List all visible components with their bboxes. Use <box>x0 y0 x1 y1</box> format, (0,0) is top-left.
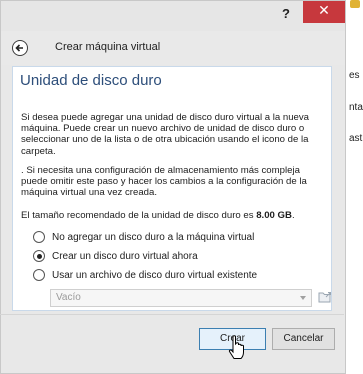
radio-button[interactable] <box>33 269 45 281</box>
background-window-edge: es nta ast <box>344 0 363 374</box>
page-heading: Unidad de disco duro <box>20 72 162 89</box>
radio-no-disk[interactable]: No agregar un disco duro a la máquina vi… <box>33 230 254 244</box>
radio-label: Usar un archivo de disco duro virtual ex… <box>52 269 258 281</box>
background-app-icon <box>350 0 360 8</box>
back-button[interactable] <box>12 40 28 56</box>
title-bar: ? ✕ <box>1 1 345 31</box>
existing-disk-select-value: Vacío <box>56 292 81 303</box>
background-text: es <box>349 70 360 81</box>
existing-disk-select[interactable]: Vacío <box>50 289 312 307</box>
recommended-size-prefix: El tamaño recomendado de la unidad de di… <box>21 210 257 221</box>
radio-button[interactable] <box>33 250 45 262</box>
recommended-size-value: 8.00 GB <box>256 210 292 221</box>
radio-create-disk[interactable]: Crear un disco duro virtual ahora <box>33 249 198 263</box>
recommended-size-text: El tamaño recomendado de la unidad de di… <box>21 210 321 221</box>
radio-existing-disk[interactable]: Usar un archivo de disco duro virtual ex… <box>33 268 257 282</box>
advanced-note-text: . Si necesita una configuración de almac… <box>21 165 307 199</box>
footer-divider <box>0 314 344 315</box>
radio-label: No agregar un disco duro a la máquina vi… <box>52 231 255 243</box>
radio-label: Crear un disco duro virtual ahora <box>52 250 198 262</box>
radio-button[interactable] <box>33 231 45 243</box>
background-text: nta <box>349 102 363 113</box>
back-arrow-icon <box>15 44 23 52</box>
recommended-size-suffix: . <box>291 210 295 221</box>
folder-icon[interactable] <box>318 290 332 304</box>
description-text: Si desea puede agregar una unidad de dis… <box>21 112 310 157</box>
help-button[interactable]: ? <box>271 4 301 24</box>
wizard-header: Crear máquina virtual <box>1 31 345 65</box>
wizard-title: Crear máquina virtual <box>55 41 161 53</box>
chevron-down-icon <box>300 296 306 300</box>
mouse-cursor-icon <box>228 335 244 359</box>
cancel-button[interactable]: Cancelar <box>272 328 335 350</box>
background-text: ast <box>349 133 363 144</box>
close-button[interactable]: ✕ <box>303 1 345 23</box>
